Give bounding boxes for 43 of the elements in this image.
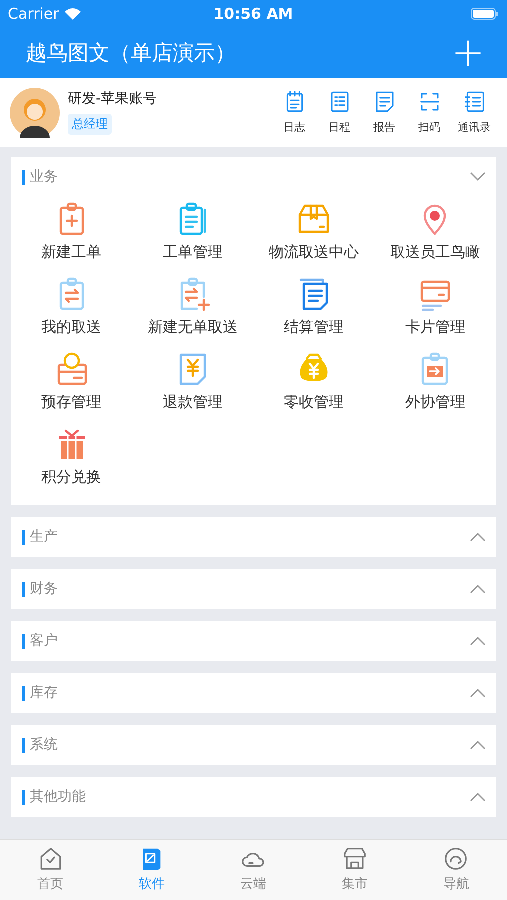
section-title: 财务: [22, 582, 58, 596]
quick-action-button[interactable]: 扫码: [407, 90, 452, 135]
quick-action-button[interactable]: 日程: [317, 90, 362, 135]
chevron-icon[interactable]: [470, 740, 486, 750]
chevron-icon[interactable]: [470, 636, 486, 646]
wifi-icon: [65, 8, 82, 20]
quick-action-button[interactable]: 报告: [362, 90, 407, 135]
clock-time: 10:56 AM: [214, 5, 294, 23]
chevron-icon[interactable]: [470, 584, 486, 594]
feature-button[interactable]: 我的取送: [11, 276, 132, 337]
feature-button[interactable]: 取送员工鸟瞰: [374, 201, 496, 262]
feature-button[interactable]: 零收管理: [254, 351, 375, 412]
section-title: 系统: [22, 738, 58, 752]
feature-button[interactable]: 物流取送中心: [254, 201, 375, 262]
feature-button[interactable]: 新建无单取送: [132, 276, 254, 337]
chevron-icon[interactable]: [470, 532, 486, 542]
feature-button[interactable]: 工单管理: [132, 201, 254, 262]
battery-icon: [471, 8, 499, 20]
section-title: 库存: [22, 686, 58, 700]
feature-button[interactable]: 新建工单: [11, 201, 132, 262]
feature-button[interactable]: 预存管理: [11, 351, 132, 412]
app-title: 越鸟图文（单店演示）: [26, 40, 236, 67]
section-title: 业务: [22, 170, 58, 184]
avatar-icon: [10, 88, 60, 138]
feature-button[interactable]: 结算管理: [254, 276, 375, 337]
contacts-icon: [462, 90, 486, 114]
section-title: 其他功能: [22, 790, 86, 804]
feature-button[interactable]: 卡片管理: [374, 276, 496, 337]
chevron-icon[interactable]: [470, 172, 486, 182]
user-name: 研发-苹果账号: [68, 90, 158, 108]
feature-button[interactable]: 外协管理: [374, 351, 496, 412]
feature-button[interactable]: 退款管理: [132, 351, 254, 412]
chevron-icon[interactable]: [470, 792, 486, 802]
section-title: 客户: [22, 634, 58, 648]
quick-action-button[interactable]: 通讯录: [452, 90, 497, 135]
feature-button[interactable]: 积分兑换: [11, 426, 132, 487]
chevron-icon[interactable]: [470, 688, 486, 698]
navigation-icon: [443, 846, 470, 872]
carrier-label: Carrier: [8, 5, 60, 23]
quick-action-button[interactable]: 日志: [272, 90, 317, 135]
role-tag: 总经理: [68, 114, 112, 135]
storefront-icon: [342, 846, 368, 872]
section-title: 生产: [22, 530, 58, 544]
